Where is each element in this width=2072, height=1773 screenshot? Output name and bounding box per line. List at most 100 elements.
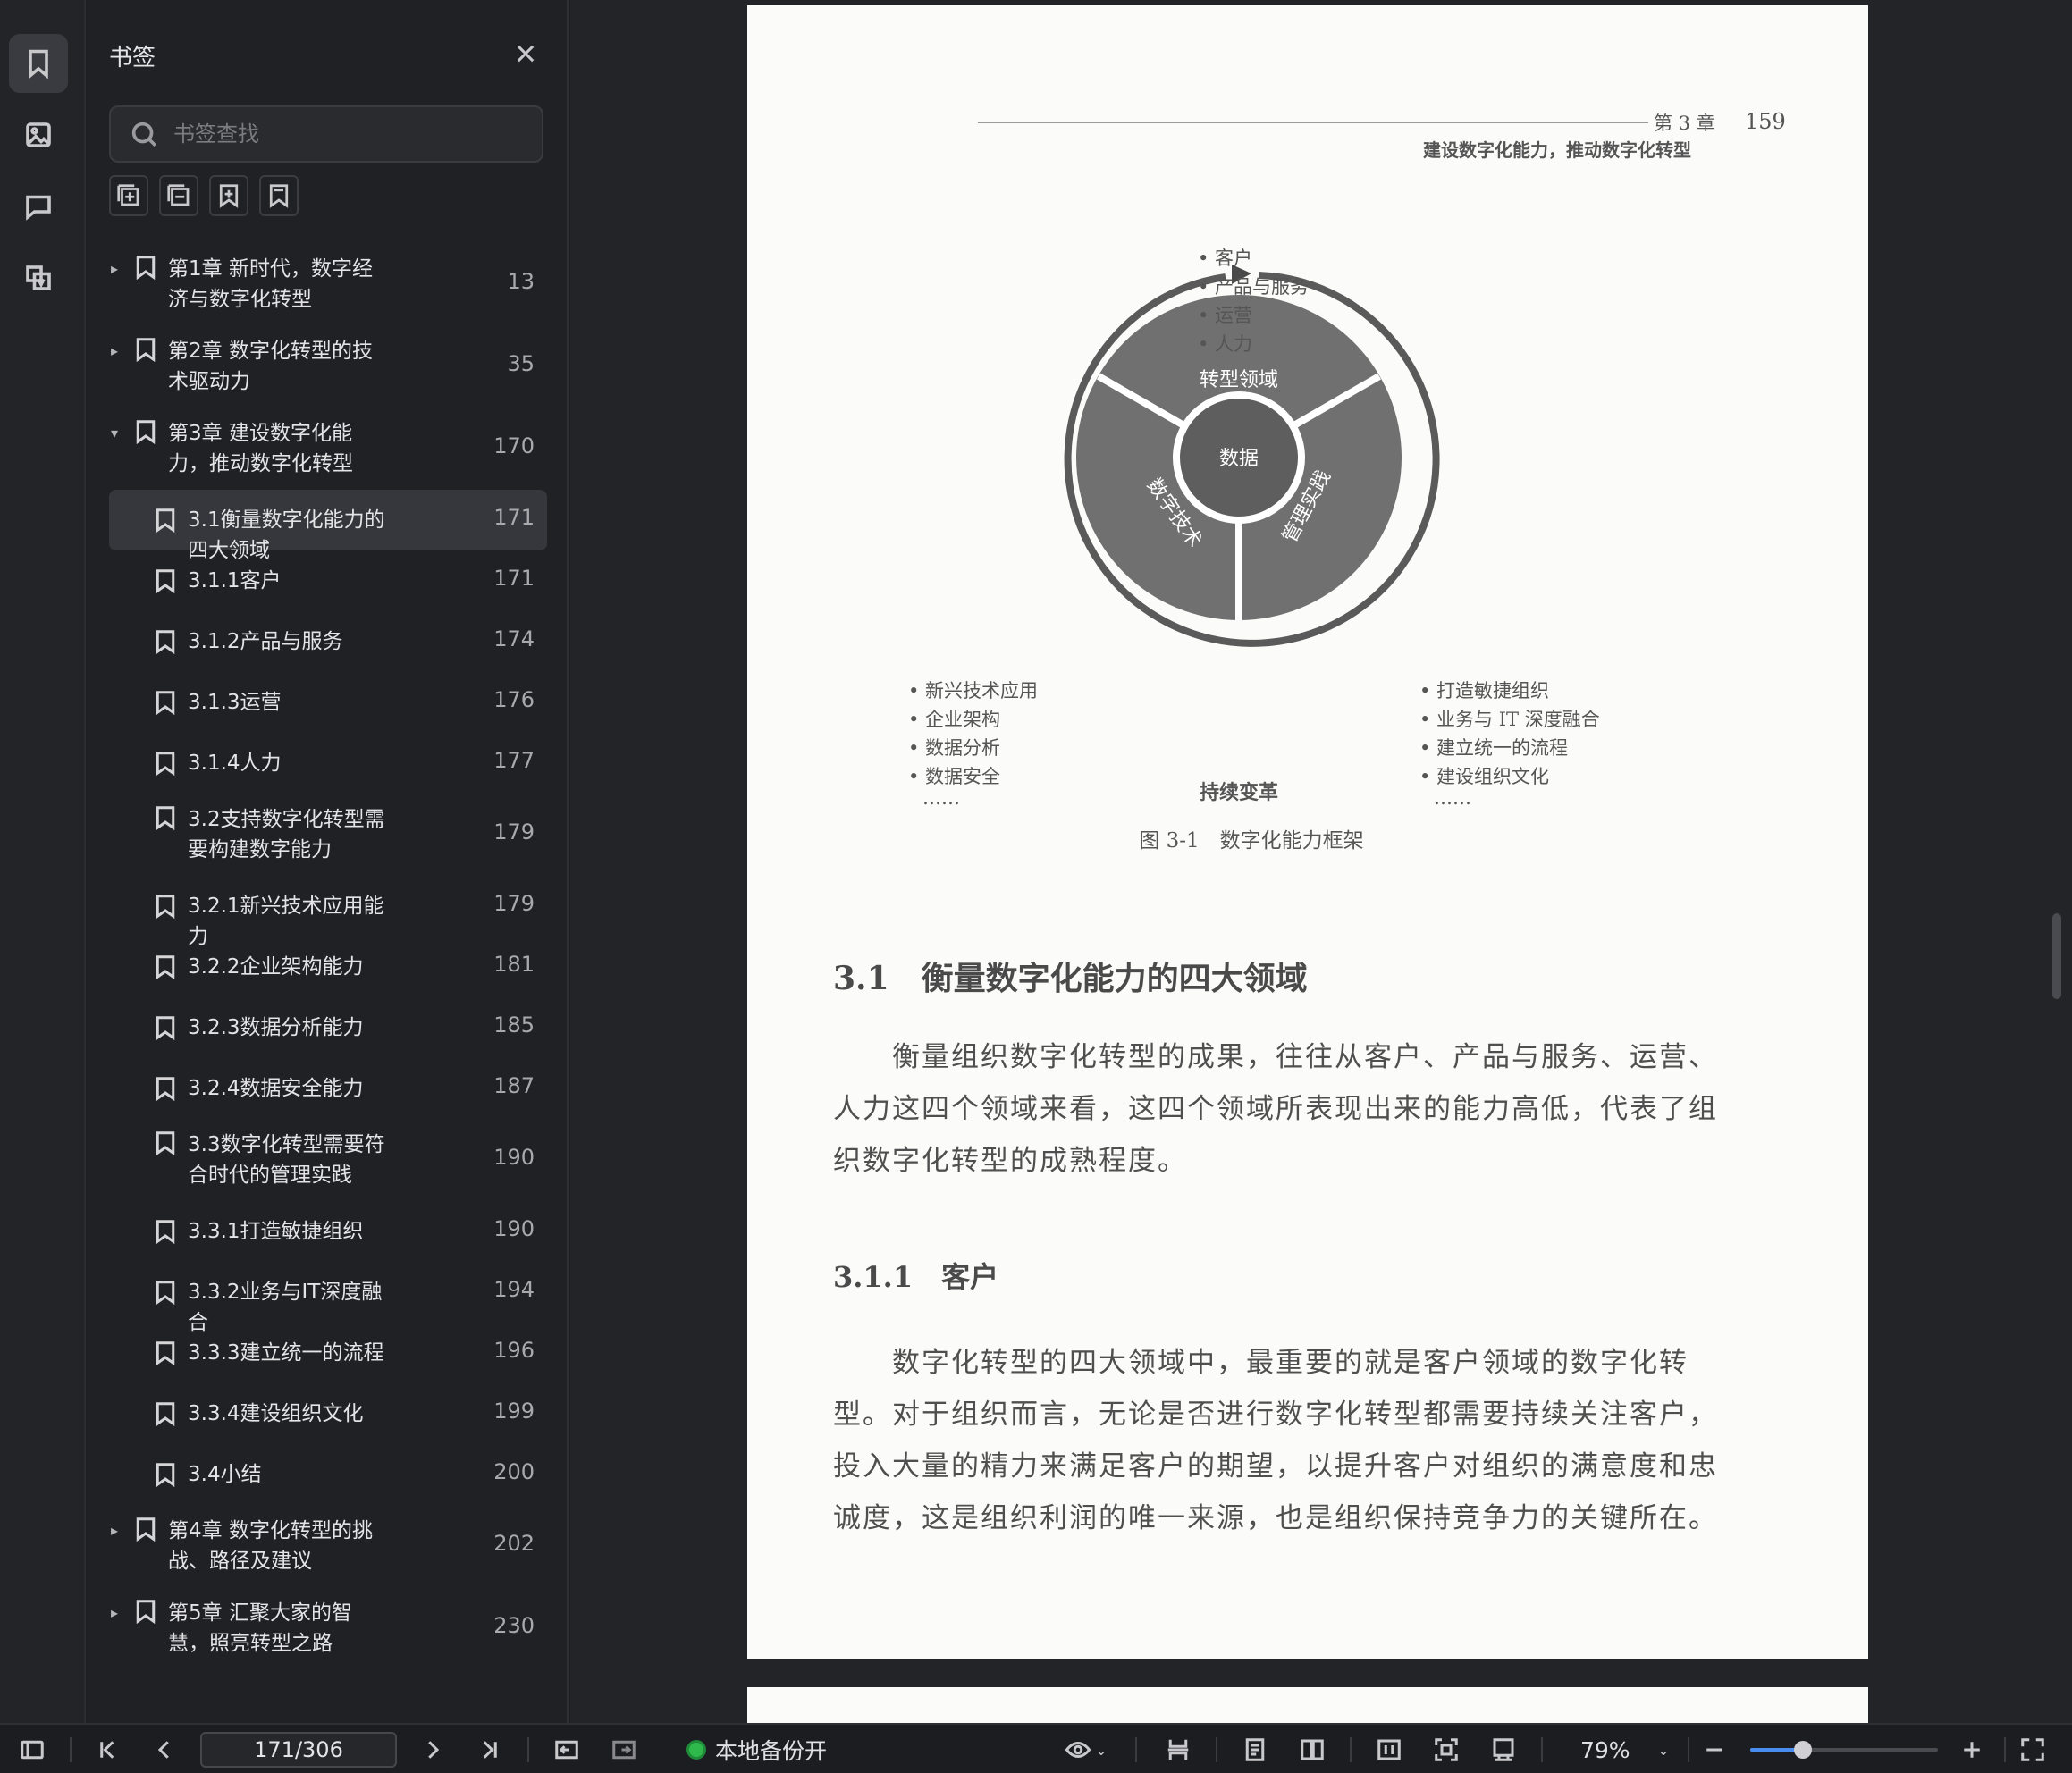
segment-top-label: 转型领域 <box>1200 369 1278 391</box>
bookmark-page-number: 179 <box>493 891 535 916</box>
collapse-all-button[interactable] <box>159 175 198 216</box>
zoom-slider[interactable] <box>1750 1741 1938 1759</box>
bookmark-item[interactable]: ▸ 第4章 数字化转型的挑战、路径及建议 202 <box>109 1505 547 1587</box>
caret-right-icon[interactable]: ▸ <box>111 1524 123 1538</box>
zoom-level-label[interactable]: 79% <box>1580 1725 1630 1773</box>
caret-right-icon[interactable]: ▸ <box>111 344 123 358</box>
local-backup-status[interactable]: 本地备份开 <box>686 1725 827 1773</box>
last-page-button[interactable] <box>470 1725 510 1773</box>
document-viewport[interactable]: 第 3 章 159 建设数字化能力，推动数字化转型 数据 转型领域 数字技术 管… <box>570 0 2072 1723</box>
bookmark-item[interactable]: 3.1衡量数字化能力的四大领域 171 <box>109 490 547 562</box>
caret-right-icon[interactable]: ▸ <box>111 1606 123 1620</box>
bookmark-item[interactable]: 3.3.2业务与IT深度融合 194 <box>109 1262 547 1334</box>
forward-icon <box>612 1740 636 1760</box>
close-panel-button[interactable] <box>508 36 543 71</box>
bookmark-item[interactable]: 3.2.3数据分析能力 185 <box>109 997 547 1058</box>
comment-panel-button[interactable] <box>9 177 68 236</box>
single-page-button[interactable] <box>1235 1725 1275 1773</box>
bookmark-label: 3.3.1打造敏捷组织 <box>188 1220 364 1243</box>
page-number-input[interactable] <box>200 1732 397 1768</box>
single-page-icon <box>1245 1738 1265 1761</box>
bookmark-item[interactable]: 3.3.4建设组织文化 199 <box>109 1383 547 1444</box>
running-header-title: 建设数字化能力，推动数字化转型 <box>1423 139 1691 161</box>
bookmark-item[interactable]: 3.2.4数据安全能力 187 <box>109 1058 547 1119</box>
bookmark-item[interactable]: 3.1.2产品与服务 174 <box>109 611 547 672</box>
zoom-out-button[interactable] <box>1695 1725 1734 1773</box>
center-label: 数据 <box>1219 448 1259 470</box>
toggle-sidebar-button[interactable] <box>13 1725 52 1773</box>
navigate-forward-button[interactable] <box>604 1725 644 1773</box>
two-page-button[interactable] <box>1293 1725 1332 1773</box>
bookmark-item[interactable]: ▸ 第1章 新时代，数字经济与数字化转型 13 <box>109 243 547 325</box>
bookmark-item[interactable]: 3.1.4人力 177 <box>109 733 547 794</box>
remove-bookmark-button[interactable] <box>259 175 299 216</box>
bookmark-item[interactable]: 3.3数字化转型需要符合时代的管理实践 190 <box>109 1119 547 1201</box>
bookmark-item[interactable]: ▸ 第5章 汇聚大家的智慧，照亮转型之路 230 <box>109 1587 547 1669</box>
bookmark-icon <box>152 1399 179 1429</box>
right-list-item: • 业务与 IT 深度融合 <box>1419 709 1600 730</box>
caret-down-icon[interactable]: ▾ <box>111 426 123 441</box>
bookmark-outline-icon <box>269 184 289 208</box>
bookmark-panel-button[interactable] <box>9 34 68 93</box>
bookmark-label: 第2章 数字化转型的技术驱动力 <box>168 340 373 393</box>
right-list-item: • 打造敏捷组织 <box>1419 680 1549 702</box>
actual-size-button[interactable] <box>1484 1725 1523 1773</box>
fit-page-button[interactable] <box>1427 1725 1466 1773</box>
bookmark-page-number: 171 <box>493 566 535 591</box>
zoom-slider-thumb[interactable] <box>1794 1741 1812 1759</box>
panel-title: 书签 <box>109 45 156 71</box>
bookmark-page-number: 185 <box>493 1013 535 1038</box>
left-list: • 新兴技术应用 • 企业架构 • 数据分析 • 数据安全 …… <box>908 680 1038 809</box>
caret-right-icon[interactable]: ▸ <box>111 262 123 276</box>
right-list-item: • 建设组织文化 <box>1419 766 1549 787</box>
thumbnail-panel-button[interactable] <box>9 105 68 164</box>
bookmark-label: 3.2支持数字化转型需要构建数字能力 <box>188 808 385 861</box>
next-page-button[interactable] <box>413 1725 452 1773</box>
document-page: 第 3 章 159 建设数字化能力，推动数字化转型 数据 转型领域 数字技术 管… <box>747 5 1868 1659</box>
add-bookmark-button[interactable] <box>209 175 248 216</box>
vertical-scrollbar-thumb[interactable] <box>2052 913 2061 999</box>
divider <box>70 1737 72 1762</box>
bookmark-item[interactable]: 3.3.3建立统一的流程 196 <box>109 1323 547 1383</box>
view-mode-dropdown[interactable]: ⌄ <box>1055 1725 1117 1773</box>
fit-width-button[interactable] <box>1369 1725 1409 1773</box>
bookmark-page-number: 13 <box>507 269 535 294</box>
bookmark-item[interactable]: ▾ 第3章 建设数字化能力，推动数字化转型 170 <box>109 408 547 490</box>
bookmark-item[interactable]: 3.2支持数字化转型需要构建数字能力 179 <box>109 794 547 876</box>
fullscreen-icon <box>2021 1738 2044 1761</box>
bookmark-item[interactable]: 3.2.2企业架构能力 181 <box>109 937 547 997</box>
zoom-in-button[interactable] <box>1952 1725 1992 1773</box>
expand-all-button[interactable] <box>109 175 148 216</box>
zoom-dropdown-button[interactable]: ⌄ <box>1650 1725 1677 1773</box>
bookmark-item[interactable]: 3.3.1打造敏捷组织 190 <box>109 1201 547 1262</box>
chevron-down-icon: ⌄ <box>1657 1741 1670 1759</box>
paragraph-line: 数字化转型的四大领域中，最重要的就是客户领域的数字化转 <box>892 1347 1689 1379</box>
navigate-back-button[interactable] <box>547 1725 586 1773</box>
plus-icon <box>1964 1742 1980 1758</box>
first-page-button[interactable] <box>88 1725 127 1773</box>
bookmark-add-icon <box>219 184 239 208</box>
bookmark-search-input[interactable] <box>173 122 513 147</box>
divider <box>1541 1737 1543 1762</box>
fullscreen-button[interactable] <box>2013 1725 2052 1773</box>
continuous-scroll-button[interactable] <box>1158 1725 1198 1773</box>
bookmark-item[interactable]: ▸ 第2章 数字化转型的技术驱动力 35 <box>109 325 547 408</box>
divider <box>2004 1737 2006 1762</box>
document-panel-button[interactable] <box>9 248 68 307</box>
bookmark-item[interactable]: 3.1.1客户 171 <box>109 550 547 611</box>
bookmark-icon <box>152 1013 179 1043</box>
first-page-icon <box>100 1741 114 1759</box>
chevron-left-icon <box>157 1741 169 1759</box>
bookmark-item[interactable]: 3.1.3运营 176 <box>109 672 547 733</box>
bookmark-icon <box>152 1338 179 1368</box>
bookmark-search[interactable] <box>109 105 543 163</box>
top-list-item: • 人力 <box>1198 333 1252 355</box>
bookmark-page-number: 187 <box>493 1073 535 1098</box>
fit-page-icon <box>1435 1738 1458 1761</box>
bookmark-label: 3.2.4数据安全能力 <box>188 1077 364 1100</box>
bookmark-icon <box>152 802 179 833</box>
bookmark-item[interactable]: 3.4小结 200 <box>109 1444 547 1505</box>
bookmark-icon <box>152 1073 179 1104</box>
bookmark-item[interactable]: 3.2.1新兴技术应用能力 179 <box>109 876 547 948</box>
previous-page-button[interactable] <box>145 1725 184 1773</box>
